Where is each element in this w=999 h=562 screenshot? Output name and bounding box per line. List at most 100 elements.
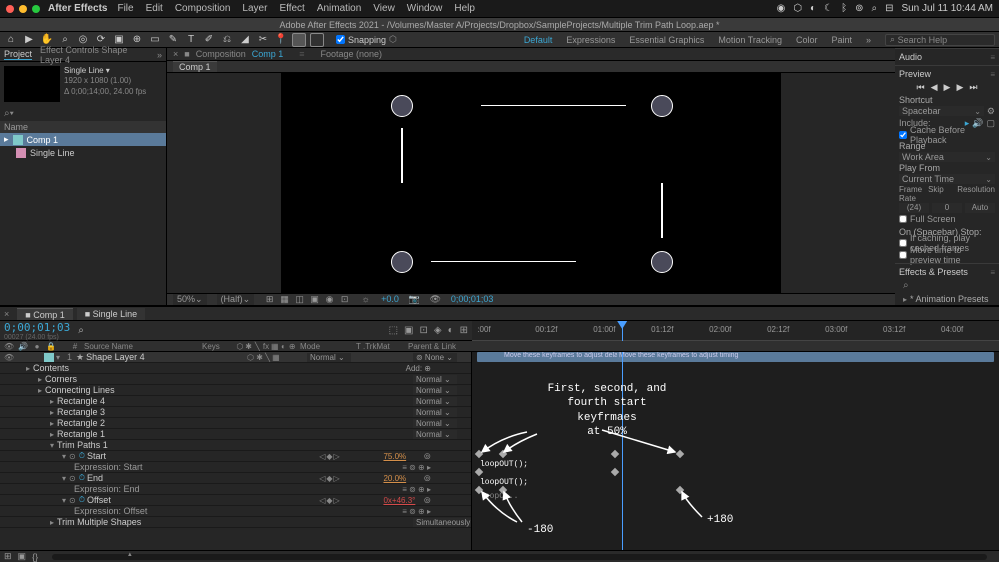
keyframe[interactable]	[475, 486, 483, 494]
effects-presets-header[interactable]: Effects & Presets	[899, 266, 995, 278]
movetime-checkbox[interactable]: Move time to preview time	[899, 249, 995, 261]
framerate-input[interactable]: (24)	[899, 203, 929, 213]
next-frame-icon[interactable]: ▶	[956, 82, 963, 93]
comp-tab-label[interactable]: Composition	[196, 49, 246, 59]
tab-project[interactable]: Project	[4, 49, 32, 60]
clone-tool-icon[interactable]: ⎌	[220, 33, 234, 47]
bluetooth-icon[interactable]: ᛒ	[841, 3, 847, 14]
timeline-layer-row[interactable]: Expression: End≡ ⊚ ⊕ ▸	[0, 484, 471, 495]
menu-edit[interactable]: Edit	[146, 3, 163, 14]
exposure-value[interactable]: +0.0	[381, 294, 399, 304]
guides-icon[interactable]: ▦	[279, 294, 290, 305]
play-icon[interactable]: ▶	[944, 82, 951, 93]
visibility-icon[interactable]: 👁	[4, 353, 14, 362]
keyframe[interactable]	[499, 486, 507, 494]
timeline-tab-comp1[interactable]: ■ Comp 1	[17, 308, 72, 320]
timeline-layer-row[interactable]: ▸Rectangle 1Normal ⌄	[0, 429, 471, 440]
menu-view[interactable]: View	[373, 3, 395, 14]
comp-tab-name[interactable]: Comp 1	[252, 49, 284, 59]
show-snapshot-icon[interactable]: 👁	[430, 294, 441, 305]
timeline-layer-row[interactable]: ▸Rectangle 4Normal ⌄	[0, 396, 471, 407]
timeline-layer-row[interactable]: ▸Rectangle 2Normal ⌄	[0, 418, 471, 429]
exposure-icon[interactable]: ☼	[360, 294, 371, 305]
col-parent[interactable]: Parent & Link	[408, 342, 468, 351]
timeline-zoom-slider[interactable]	[52, 554, 987, 560]
audio-panel-header[interactable]: Audio	[899, 51, 995, 63]
minimize-window-icon[interactable]	[19, 5, 27, 13]
playhead[interactable]	[622, 321, 623, 341]
grid-icon[interactable]: ⊞	[264, 294, 275, 305]
channel-icon[interactable]: ◉	[324, 294, 335, 305]
col-source[interactable]: Source Name	[84, 342, 198, 351]
comp-canvas[interactable]	[281, 73, 781, 293]
snap-sub-icon[interactable]: ⬡	[389, 34, 397, 45]
label-swatch[interactable]	[13, 135, 23, 145]
layer-bar[interactable]: Move these keyframes to adjust delay Mov…	[477, 352, 994, 362]
puppet-tool-icon[interactable]: 📍	[274, 33, 288, 47]
keyframe[interactable]	[611, 450, 619, 458]
control-center-icon[interactable]: ⊟	[885, 3, 893, 14]
sync-icon[interactable]: ◐	[810, 3, 816, 14]
col-lock-icon[interactable]: 🔒	[46, 342, 56, 351]
label-swatch[interactable]	[44, 353, 54, 362]
gear-icon[interactable]: ⚙	[987, 106, 995, 117]
home-icon[interactable]: ⌂	[4, 33, 18, 47]
keyframe[interactable]	[475, 450, 483, 458]
project-thumbnail[interactable]	[4, 66, 60, 102]
timeline-layer-row[interactable]: ▾Trim Paths 1	[0, 440, 471, 451]
snapping-toggle[interactable]: Snapping ⬡	[336, 34, 397, 45]
range-dropdown[interactable]: Work Area	[899, 152, 995, 162]
project-search[interactable]: ⌕▾	[4, 108, 162, 119]
fill-swatch[interactable]	[292, 33, 306, 47]
stroke-swatch[interactable]	[310, 33, 324, 47]
cache-checkbox[interactable]: Cache Before Playback	[899, 129, 995, 141]
timeline-layer-row[interactable]: ▸Connecting LinesNormal ⌄	[0, 385, 471, 396]
menu-composition[interactable]: Composition	[175, 3, 231, 14]
timeline-tab-singleline[interactable]: ■ Single Line	[77, 308, 145, 320]
workspace-expressions[interactable]: Expressions	[566, 35, 615, 45]
current-timecode[interactable]: 0;00;01;03	[4, 321, 70, 334]
keyframe[interactable]	[676, 450, 684, 458]
col-solo-icon[interactable]: ●	[32, 342, 42, 351]
zoom-dropdown[interactable]: 50% ⌄	[173, 294, 207, 305]
timeline-layer-row[interactable]: ▾⊙⏱Offset◁◆▷0x+46.3°⊚	[0, 495, 471, 506]
timeline-layer-row[interactable]: ▾⊙⏱Start◁◆▷75.0%⊚	[0, 451, 471, 462]
workspace-color[interactable]: Color	[796, 35, 818, 45]
roto-tool-icon[interactable]: ✂	[256, 33, 270, 47]
snapshot-icon[interactable]: 📷	[409, 294, 420, 305]
keyframe[interactable]	[475, 468, 483, 476]
skip-input[interactable]: 0	[932, 203, 962, 213]
label-swatch[interactable]	[16, 148, 26, 158]
timeline-layer-row[interactable]: ▸Trim Multiple ShapesSimultaneously ⌄	[0, 517, 471, 528]
wifi-icon[interactable]: ⊚	[855, 3, 863, 14]
mask-icon[interactable]: ◫	[294, 294, 305, 305]
brush-tool-icon[interactable]: ✐	[202, 33, 216, 47]
draft3d-icon[interactable]: ▣	[404, 325, 413, 336]
help-search[interactable]: ⌕ Search Help	[885, 34, 995, 46]
viewer-timecode[interactable]: 0;00;01;03	[451, 294, 494, 304]
fullscreen-checkbox[interactable]: Full Screen	[899, 213, 995, 225]
cc-icon[interactable]: ◉	[777, 3, 786, 14]
col-trkmat[interactable]: T .TrkMat	[356, 342, 404, 351]
keyframe[interactable]	[676, 486, 684, 494]
keyframe[interactable]	[499, 450, 507, 458]
close-window-icon[interactable]	[6, 5, 14, 13]
prev-frame-icon[interactable]: ◀	[931, 82, 938, 93]
zoom-window-icon[interactable]	[32, 5, 40, 13]
menu-layer[interactable]: Layer	[242, 3, 267, 14]
first-frame-icon[interactable]: ⏮	[917, 82, 925, 93]
search-timeline-icon[interactable]: ⌕	[78, 325, 84, 336]
transparency-icon[interactable]: ⊡	[339, 294, 350, 305]
timeline-layer-row[interactable]: ▸ContentsAdd: ⊕	[0, 363, 471, 374]
shy-icon[interactable]: ⊡	[419, 325, 427, 336]
project-header-name[interactable]: Name	[0, 121, 166, 133]
shape-tool-icon[interactable]: ▭	[148, 33, 162, 47]
col-video-icon[interactable]: 👁	[4, 342, 14, 351]
project-item-singleline[interactable]: Single Line	[0, 146, 166, 159]
text-tool-icon[interactable]: T	[184, 33, 198, 47]
menu-file[interactable]: File	[117, 3, 133, 14]
search-icon[interactable]: ⌕	[871, 3, 877, 14]
effects-search[interactable]: ⌕	[903, 280, 991, 291]
workspace-more-icon[interactable]: »	[866, 35, 871, 45]
panel-menu-icon[interactable]: »	[157, 50, 162, 60]
